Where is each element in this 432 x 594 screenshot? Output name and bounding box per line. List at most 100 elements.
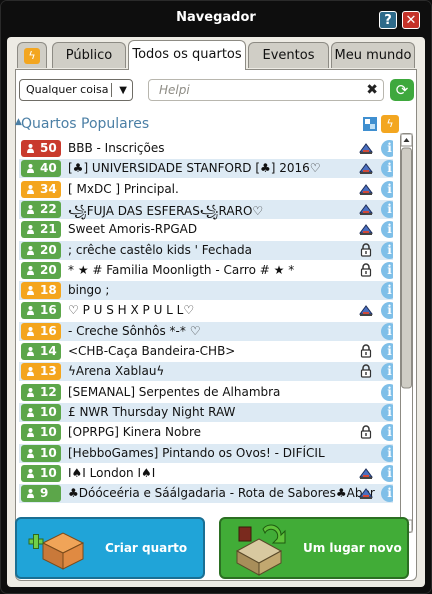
close-button[interactable]: ✕ [402,11,420,29]
user-icon [27,286,34,295]
room-name: ♡ P U S H X P U L L♡ [68,303,195,317]
user-icon [27,164,34,173]
room-row[interactable]: 13 ϟArena Xablauϟ i [19,362,393,381]
tab-publico[interactable]: Público [52,42,126,68]
room-name: ♣Dóóceéria e Sáálgadaria - Rota de Sabor… [68,486,375,500]
dropdown-divider [111,83,112,97]
user-icon [27,327,34,336]
view-mode-icon[interactable] [363,117,377,131]
user-icon [27,367,34,376]
room-name: bingo ; [68,283,110,297]
room-row[interactable]: 9 ♣Dóóceéria e Sáálgadaria - Rota de Sabo… [19,484,393,503]
tab-meu-mundo[interactable]: Meu mundo [331,42,415,68]
room-row[interactable]: 10 [HebboGames] Pintando os Ovos! - DIFÍC… [19,444,393,463]
random-room-icon [235,524,286,576]
info-icon[interactable]: i [381,140,393,157]
room-row[interactable]: 21 Sweet Amoris-RPGAD i [19,220,393,239]
room-row[interactable]: 22 ꧁FUJA DAS ESFERAS꧁RARO♡ i [19,200,393,219]
room-row[interactable]: 20 ; crêche castêlo kids ' Fechada i [19,241,393,260]
room-name: £ NWR Thursday Night RAW [68,405,236,419]
info-icon[interactable]: i [381,323,393,340]
info-icon[interactable]: i [381,282,393,299]
user-icon [27,144,34,153]
room-row[interactable]: 14 <CHB-Caça Bandeira-CHB> i [19,342,393,361]
user-count: 50 [40,141,57,155]
user-count: 16 [40,303,57,317]
room-row[interactable]: 40 [♣] UNIVERSIDADE STANFORD [♣] 2016♡ i [19,159,393,178]
user-count: 14 [40,344,57,358]
favorites-icon: ϟ [24,48,40,64]
info-icon[interactable]: i [381,424,393,441]
user-count-badge: 9 [21,485,61,502]
tab-eventos[interactable]: Eventos [248,42,329,68]
room-row[interactable]: 18 bingo ; i [19,281,393,300]
room-row[interactable]: 10 £ NWR Thursday Night RAW i [19,403,393,422]
window-title: Navegador [176,10,256,25]
create-room-button[interactable]: Criar quarto [15,517,205,579]
tab-todos-os-quartos[interactable]: Todos os quartos [128,40,246,70]
info-icon[interactable]: i [381,404,393,421]
room-row[interactable]: 12 [SEMANAL] Serpentes de Alhambra i [19,383,393,402]
room-row[interactable]: 16 ♡ P U S H X P U L L♡ i [19,301,393,320]
info-icon[interactable]: i [381,384,393,401]
info-icon[interactable]: i [381,302,393,319]
user-icon [27,469,34,478]
user-count-badge: 10 [21,465,61,482]
refresh-button[interactable]: ⟳ [390,79,414,101]
user-icon [27,388,34,397]
info-icon[interactable]: i [381,343,393,360]
group-icon [359,488,373,499]
info-icon[interactable]: i [381,485,393,502]
info-icon[interactable]: i [381,445,393,462]
search-input[interactable]: Helpi ✖ [148,79,384,101]
user-icon [27,266,34,275]
info-icon[interactable]: i [381,201,393,218]
room-name: - Creche Sônhôs *-* ♡ [68,324,201,338]
info-icon[interactable]: i [381,262,393,279]
section-title: Quartos Populares [21,116,150,132]
random-room-button[interactable]: Um lugar novo [219,517,409,579]
info-icon[interactable]: i [381,242,393,259]
room-row[interactable]: 16 - Creche Sônhôs *-* ♡ i [19,322,393,341]
tab-favorites[interactable]: ϟ [17,42,47,68]
group-icon [359,204,373,215]
group-icon [359,224,373,235]
user-count: 34 [40,182,57,196]
info-icon[interactable]: i [381,465,393,482]
room-name: I♠I London I♠I [68,466,156,480]
room-name: ; crêche castêlo kids ' Fechada [68,243,252,257]
info-icon[interactable]: i [381,160,393,177]
room-row[interactable]: 10 [OPRPG] Kinera Nobre i [19,423,393,442]
room-name: * ★ # Familia Moonligth - Carro # ★ * [68,263,295,277]
room-row[interactable]: 50 BBB - Inscrições i [19,139,393,158]
random-room-label: Um lugar novo [303,541,402,555]
navigator-content: ϟ Público Todos os quartos Eventos Meu m… [7,37,425,587]
user-count: 13 [40,364,57,378]
room-row[interactable]: 20 * ★ # Familia Moonligth - Carro # ★ * i [19,261,393,280]
help-button[interactable]: ? [379,11,397,29]
clear-search-icon[interactable]: ✖ [366,80,378,100]
filter-dropdown[interactable]: Qualquer coisa ▼ [19,79,133,101]
room-name: [OPRPG] Kinera Nobre [68,425,202,439]
user-count: 18 [40,283,57,297]
info-icon[interactable]: i [381,181,393,198]
info-icon[interactable]: i [381,363,393,380]
room-name: ϟArena Xablauϟ [68,364,165,378]
add-favorite-icon[interactable]: ϟ [381,115,399,133]
user-count-badge: 10 [21,445,61,462]
lock-icon [360,344,372,358]
group-icon [359,468,373,479]
info-icon[interactable]: i [381,221,393,238]
scrollbar[interactable] [400,133,413,533]
room-name: BBB - Inscrições [68,141,165,155]
user-count: 20 [40,263,57,277]
navigator-window: Navegador ? ✕ ϟ Público Todos os quartos… [0,0,432,594]
user-count-badge: 34 [21,181,61,198]
user-count: 9 [40,486,49,500]
room-row[interactable]: 34 [ MxDC ] Principal. i [19,180,393,199]
group-icon [359,143,373,154]
room-list: 50 BBB - Inscrições i 40 [♣] UNIVERSIDADE ST… [19,139,393,508]
user-icon [27,489,34,498]
title-bar[interactable]: Navegador ? ✕ [1,1,431,37]
room-row[interactable]: 10 I♠I London I♠I i [19,464,393,483]
